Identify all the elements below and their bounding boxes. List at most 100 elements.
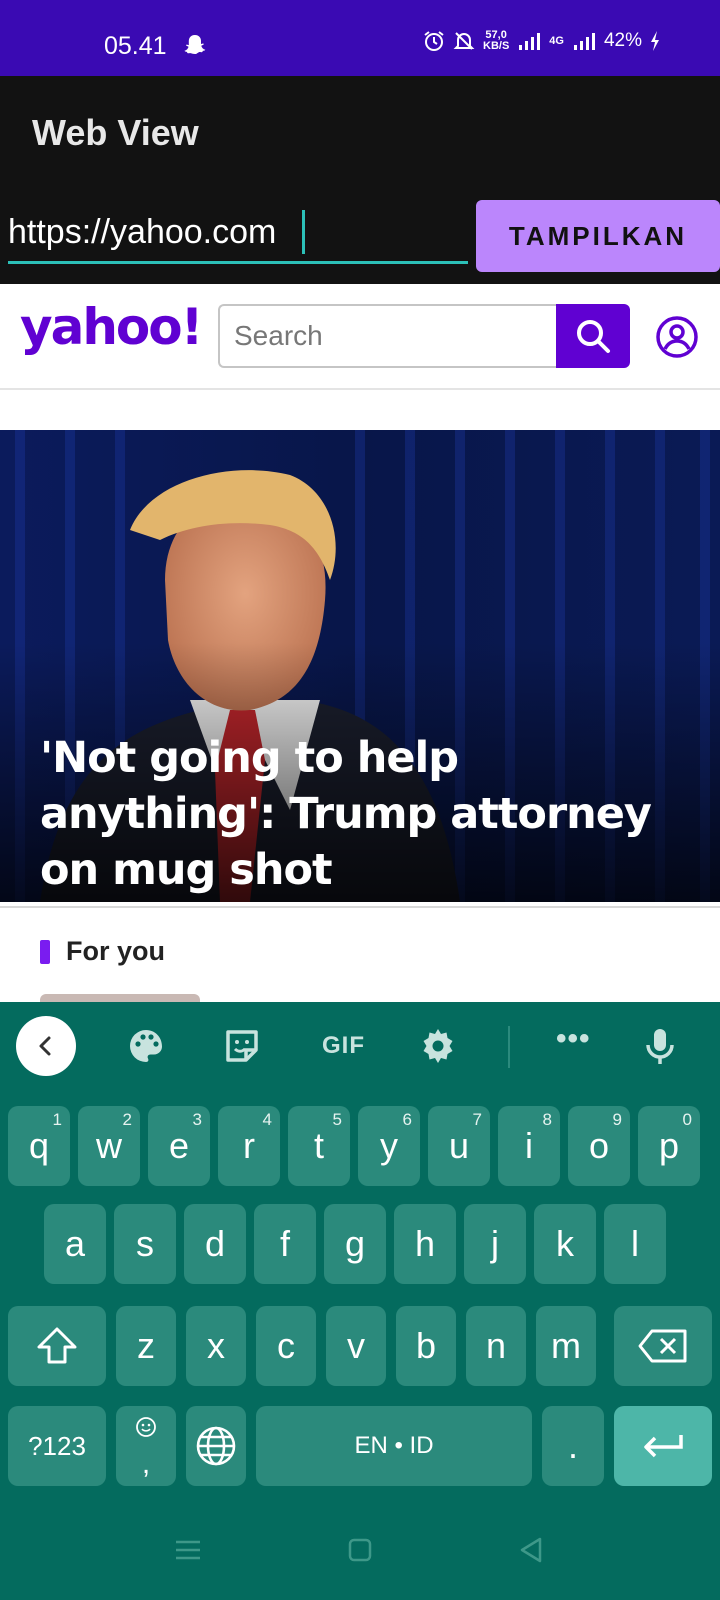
symbols-key[interactable]: ?123 xyxy=(8,1406,106,1486)
comma-label: , xyxy=(141,1447,151,1480)
web-view[interactable]: yahoo! Search 'Not going to help anythin… xyxy=(0,284,720,1002)
key-r[interactable]: r4 xyxy=(218,1106,280,1186)
key-label: r xyxy=(243,1125,255,1166)
app-bar: Web View TAMPILKAN xyxy=(0,76,720,284)
key-label: t xyxy=(313,1125,324,1166)
mute-bell-icon xyxy=(453,32,475,50)
key-u[interactable]: u7 xyxy=(428,1106,490,1186)
keyboard-toolbar: GIF ••• xyxy=(0,1002,720,1092)
key-f[interactable]: f xyxy=(254,1204,316,1284)
key-label: h xyxy=(414,1223,436,1264)
key-label: n xyxy=(485,1325,507,1366)
key-number-hint: 9 xyxy=(612,1110,622,1129)
more-button[interactable]: ••• xyxy=(556,1022,591,1056)
key-m[interactable]: m xyxy=(536,1306,596,1386)
key-label: q xyxy=(28,1125,50,1166)
key-number-hint: 0 xyxy=(682,1110,692,1129)
chevron-left-icon xyxy=(39,1036,51,1056)
battery-percent: 42% xyxy=(603,30,642,51)
key-n[interactable]: n xyxy=(466,1306,526,1386)
key-number-hint: 8 xyxy=(542,1110,552,1129)
language-key[interactable] xyxy=(186,1406,246,1486)
toolbar-back-button[interactable] xyxy=(16,1016,76,1076)
signal-4g-icon xyxy=(573,33,595,50)
microphone-icon[interactable] xyxy=(640,1026,680,1066)
hero-headline[interactable]: 'Not going to help anything': Trump atto… xyxy=(40,730,700,898)
hero-story[interactable]: 'Not going to help anything': Trump atto… xyxy=(0,430,720,902)
key-label: l xyxy=(631,1223,639,1264)
status-icons: 57,0 KB/S 4G 42% xyxy=(423,30,660,52)
key-a[interactable]: a xyxy=(44,1204,106,1284)
key-k[interactable]: k xyxy=(534,1204,596,1284)
search-icon xyxy=(577,320,610,353)
status-time: 05.41 xyxy=(104,32,167,60)
back-icon[interactable] xyxy=(510,1528,554,1572)
key-w[interactable]: w2 xyxy=(78,1106,140,1186)
globe-icon xyxy=(196,1426,236,1466)
recents-menu-icon[interactable] xyxy=(166,1528,210,1572)
key-label: f xyxy=(279,1223,290,1264)
key-label: v xyxy=(347,1325,365,1366)
emoji-icon xyxy=(136,1417,156,1437)
key-number-hint: 1 xyxy=(52,1110,62,1129)
key-l[interactable]: l xyxy=(604,1204,666,1284)
key-v[interactable]: v xyxy=(326,1306,386,1386)
key-s[interactable]: s xyxy=(114,1204,176,1284)
user-account-icon[interactable] xyxy=(656,316,698,358)
key-label: j xyxy=(491,1223,499,1264)
alarm-icon xyxy=(424,31,444,51)
key-label: o xyxy=(588,1125,610,1166)
toolbar-separator xyxy=(508,1026,510,1068)
yahoo-search-button[interactable] xyxy=(556,304,630,368)
key-i[interactable]: i8 xyxy=(498,1106,560,1186)
key-z[interactable]: z xyxy=(116,1306,176,1386)
story-thumbnail[interactable] xyxy=(40,994,200,1002)
for-you-section: For you xyxy=(40,936,165,967)
gif-button[interactable]: GIF xyxy=(322,1032,365,1060)
key-number-hint: 3 xyxy=(192,1110,202,1129)
backspace-key[interactable] xyxy=(614,1306,712,1386)
gear-icon[interactable] xyxy=(418,1026,458,1066)
key-label: a xyxy=(64,1223,86,1264)
key-d[interactable]: d xyxy=(184,1204,246,1284)
sticker-icon[interactable] xyxy=(222,1026,262,1066)
key-q[interactable]: q1 xyxy=(8,1106,70,1186)
charging-icon xyxy=(651,31,659,51)
key-y[interactable]: y6 xyxy=(358,1106,420,1186)
url-input[interactable] xyxy=(8,204,468,264)
home-icon[interactable] xyxy=(338,1528,382,1572)
status-bar: 05.41 57,0 KB/S 4G 42% xyxy=(0,0,720,76)
key-label: d xyxy=(204,1223,226,1264)
period-key[interactable]: . xyxy=(542,1406,604,1486)
yahoo-search-input[interactable] xyxy=(218,304,558,368)
divider xyxy=(0,906,720,908)
enter-key[interactable] xyxy=(614,1406,712,1486)
key-label: i xyxy=(525,1125,533,1166)
backspace-icon xyxy=(638,1329,687,1363)
net-speed: 57,0 KB/S xyxy=(483,30,509,52)
palette-icon[interactable] xyxy=(126,1026,166,1066)
key-h[interactable]: h xyxy=(394,1204,456,1284)
key-label: p xyxy=(658,1125,680,1166)
space-key[interactable]: EN • ID xyxy=(256,1406,532,1486)
key-number-hint: 7 xyxy=(472,1110,482,1129)
yahoo-logo[interactable]: yahoo! xyxy=(20,298,203,356)
key-x[interactable]: x xyxy=(186,1306,246,1386)
key-p[interactable]: p0 xyxy=(638,1106,700,1186)
key-c[interactable]: c xyxy=(256,1306,316,1386)
key-label: w xyxy=(96,1125,122,1166)
key-g[interactable]: g xyxy=(324,1204,386,1284)
shift-icon xyxy=(37,1327,77,1364)
key-label: u xyxy=(448,1125,470,1166)
key-b[interactable]: b xyxy=(396,1306,456,1386)
shift-key[interactable] xyxy=(8,1306,106,1386)
key-j[interactable]: j xyxy=(464,1204,526,1284)
key-label: z xyxy=(137,1325,155,1366)
comma-key[interactable]: , xyxy=(116,1406,176,1486)
screen: 05.41 57,0 KB/S 4G 42% Web View TAMPILKA… xyxy=(0,0,720,1600)
show-button[interactable]: TAMPILKAN xyxy=(476,200,720,272)
key-t[interactable]: t5 xyxy=(288,1106,350,1186)
net-speed-unit: KB/S xyxy=(483,40,510,52)
key-e[interactable]: e3 xyxy=(148,1106,210,1186)
key-o[interactable]: o9 xyxy=(568,1106,630,1186)
